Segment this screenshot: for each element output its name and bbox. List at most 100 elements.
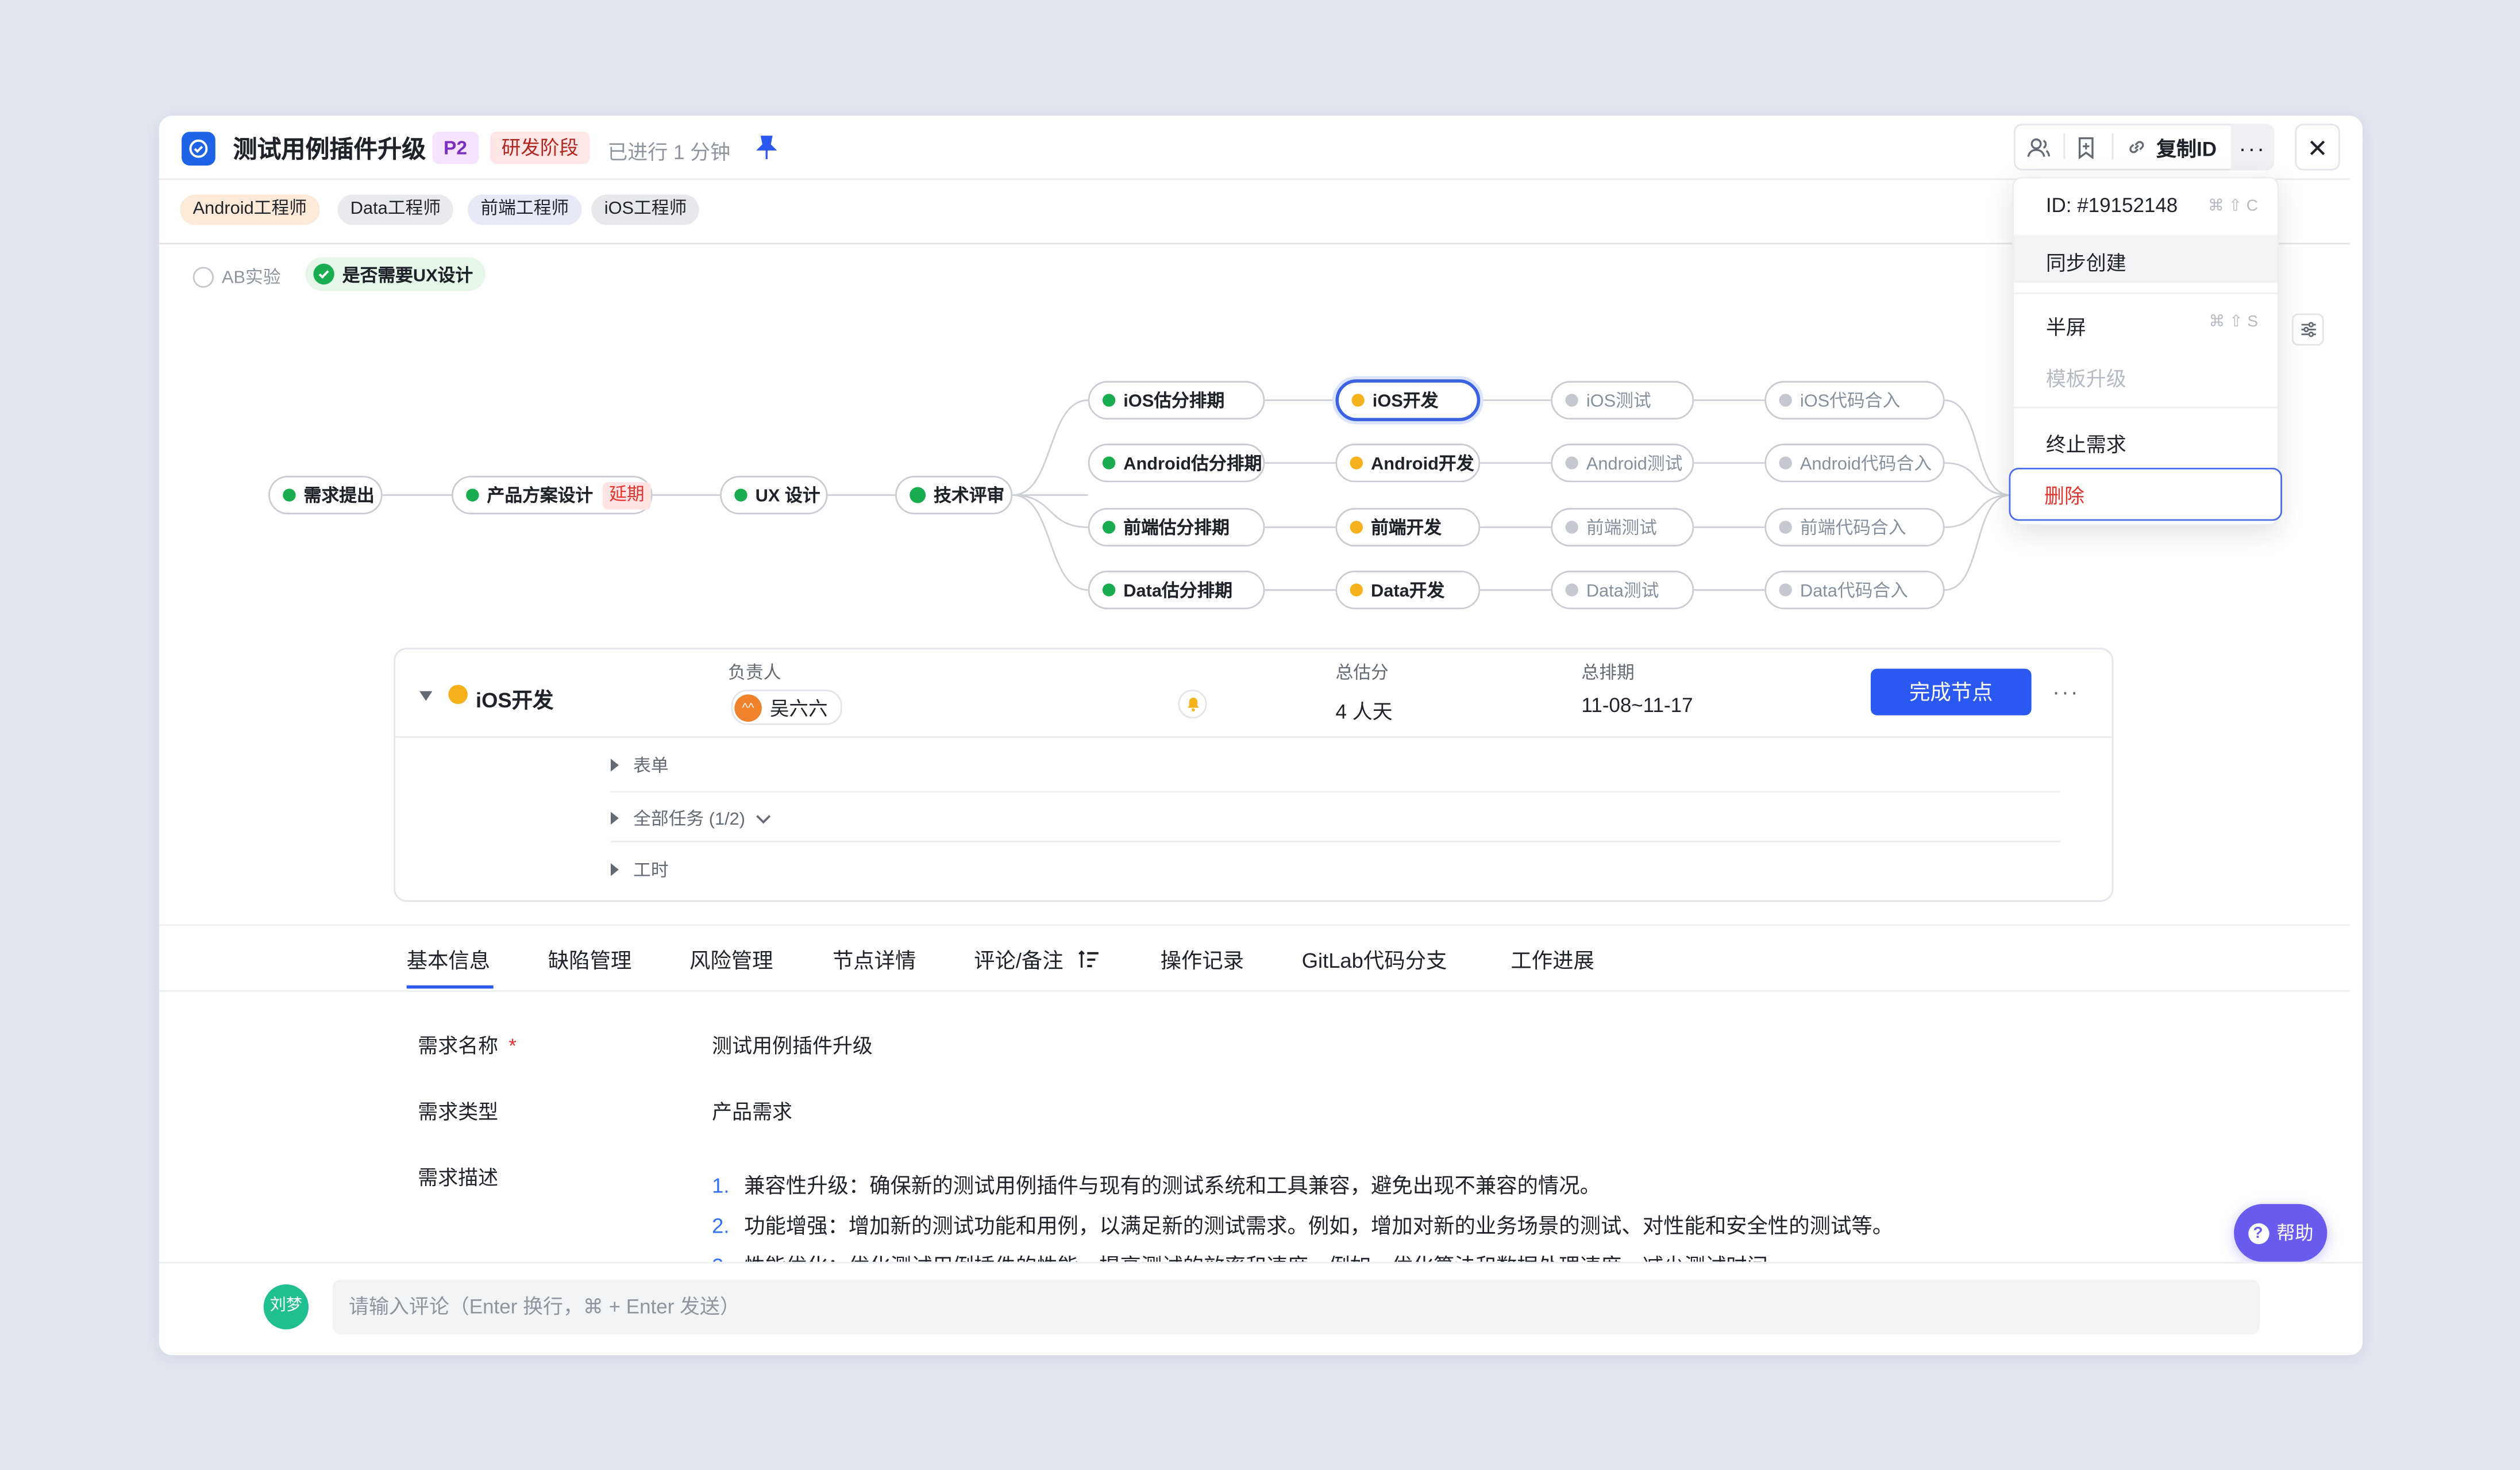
menu-item-terminate[interactable]: 终止需求	[2046, 428, 2126, 458]
tab-gitlab-branch[interactable]: GitLab代码分支	[1302, 944, 1447, 974]
panel-divider	[395, 736, 2112, 738]
flow-node-android-test[interactable]: Android测试	[1551, 444, 1694, 483]
owner-chip[interactable]: ^^ 吴六六	[731, 689, 842, 725]
flow-node-data-estimate[interactable]: Data估分排期	[1088, 571, 1265, 610]
flow-node-requirement[interactable]: 需求提出	[268, 475, 383, 515]
question-icon: ?	[2247, 1222, 2269, 1244]
node-status-progress-icon	[448, 684, 468, 705]
delete-label: 删除	[2044, 485, 2084, 508]
tab-defects[interactable]: 缺陷管理	[548, 944, 631, 974]
section-all-tasks[interactable]: 全部任务 (1/2)	[610, 805, 771, 831]
chevron-down-icon	[756, 814, 770, 823]
tab-operation-log[interactable]: 操作记录	[1161, 944, 1244, 974]
flow-node-android-estimate[interactable]: Android估分排期	[1088, 444, 1265, 483]
flow-node-ux-design[interactable]: UX 设计	[720, 475, 828, 515]
tab-basic-info[interactable]: 基本信息	[407, 944, 490, 974]
status-progress-dot	[1350, 456, 1363, 470]
sort-icon	[1078, 949, 1098, 967]
status-done-dot	[283, 488, 296, 502]
menu-divider	[2013, 293, 2278, 294]
flow-node-ios-test[interactable]: iOS测试	[1551, 380, 1694, 420]
collapse-caret-icon[interactable]	[419, 691, 433, 701]
tabs-bottom-divider	[159, 990, 2350, 992]
flow-node-frontend-estimate[interactable]: 前端估分排期	[1088, 507, 1265, 547]
requirement-name-value[interactable]: 测试用例插件升级	[712, 1029, 873, 1059]
status-progress-dot	[1350, 583, 1363, 597]
user-avatar: 刘梦	[263, 1284, 309, 1330]
flow-node-frontend-merge[interactable]: 前端代码合入	[1764, 507, 1945, 547]
menu-item-id[interactable]: ID: #19152148	[2046, 194, 2178, 217]
flow-node-tech-review[interactable]: 技术评审	[895, 475, 1013, 515]
menu-divider	[2013, 406, 2278, 409]
status-pending-dot	[1565, 394, 1578, 407]
status-pending-dot	[1779, 521, 1792, 534]
node-name: iOS开发	[475, 688, 554, 713]
section-work-hours[interactable]: 工时	[610, 857, 669, 883]
flow-node-ios-merge[interactable]: iOS代码合入	[1764, 380, 1945, 420]
flow-node-android-merge[interactable]: Android代码合入	[1764, 444, 1945, 483]
delay-badge: 延期	[602, 481, 651, 509]
status-done-dot	[1102, 394, 1116, 407]
owner-label: 负责人	[728, 664, 781, 683]
status-progress-dot	[1351, 394, 1365, 407]
tab-risks[interactable]: 风险管理	[689, 944, 773, 974]
tab-node-details[interactable]: 节点详情	[833, 944, 916, 974]
section-divider	[610, 840, 2060, 842]
section-divider	[610, 791, 2060, 793]
status-done-dot	[1102, 583, 1116, 597]
flow-node-android-dev[interactable]: Android开发	[1335, 444, 1481, 483]
tab-active-indicator	[406, 985, 494, 989]
flow-node-product-design[interactable]: 产品方案设计 延期	[452, 475, 653, 515]
flow-node-frontend-test[interactable]: 前端测试	[1551, 507, 1694, 547]
flow-node-ios-dev[interactable]: iOS开发	[1335, 379, 1481, 421]
status-done-dot	[1102, 521, 1116, 534]
requirement-name-label: 需求名称 *	[418, 1035, 517, 1058]
schedule-value: 11-08~11-17	[1581, 694, 1693, 717]
owner-name: 吴六六	[769, 696, 828, 719]
requirement-desc-label: 需求描述	[418, 1167, 499, 1190]
tab-progress[interactable]: 工作进展	[1511, 944, 1594, 974]
status-pending-dot	[1779, 394, 1792, 407]
help-label: 帮助	[2276, 1225, 2314, 1245]
flow-node-ios-estimate[interactable]: iOS估分排期	[1088, 380, 1265, 420]
menu-item-delete[interactable]: 删除	[2009, 467, 2283, 521]
shortcut-hint: ⌘ ⇧ C	[2207, 198, 2259, 216]
desc-item: 2. 功能增强：增加新的测试功能和用例，以满足新的测试需求。例如，增加对新的业务场…	[712, 1213, 1894, 1238]
desc-item: 3.性能优化：优化测试用例插件的性能，提高测试的效率和速度。例如，优化算法和数据…	[712, 1249, 1789, 1262]
estimate-value: 4 人天	[1335, 701, 1393, 724]
tab-comments[interactable]: 评论/备注	[974, 944, 1099, 974]
menu-item-half-screen[interactable]: 半屏	[2046, 310, 2086, 341]
status-done-dot	[466, 488, 479, 502]
estimate-label: 总估分	[1335, 664, 1389, 683]
flow-node-data-dev[interactable]: Data开发	[1335, 571, 1481, 610]
menu-item-template-upgrade: 模板升级	[2045, 368, 2126, 391]
bell-icon[interactable]	[1178, 689, 1207, 719]
status-pending-dot	[1565, 456, 1578, 470]
shortcut-hint: ⌘ ⇧ S	[2209, 313, 2259, 332]
status-progress-dot	[1350, 521, 1363, 534]
flow-node-frontend-dev[interactable]: 前端开发	[1335, 507, 1481, 547]
requirement-desc[interactable]: 1. 兼容性升级：确保新的测试用例插件与现有的测试系统和工具兼容，避免出现不兼容的…	[712, 1161, 2319, 1262]
status-pending-dot	[1779, 583, 1792, 597]
owner-avatar: ^^	[734, 693, 762, 721]
requirement-type-label: 需求类型	[418, 1101, 499, 1124]
expand-triangle-icon	[610, 811, 619, 825]
complete-node-button[interactable]: 完成节点	[1870, 668, 2032, 715]
schedule-label: 总排期	[1581, 664, 1635, 683]
required-mark: *	[508, 1035, 517, 1058]
status-done-dot	[1102, 456, 1116, 470]
desc-item: 1. 兼容性升级：确保新的测试用例插件与现有的测试系统和工具兼容，避免出现不兼容的…	[712, 1173, 1601, 1198]
status-pending-dot	[1565, 583, 1578, 597]
expand-triangle-icon	[610, 863, 619, 876]
menu-item-sync-create[interactable]: 同步创建	[2046, 246, 2126, 276]
status-pending-dot	[1779, 456, 1792, 470]
node-more-icon[interactable]: ···	[2052, 678, 2080, 704]
section-form[interactable]: 表单	[610, 752, 669, 778]
tabs-top-divider	[159, 924, 2350, 926]
requirement-type-value[interactable]: 产品需求	[712, 1095, 792, 1125]
expand-triangle-icon	[610, 759, 619, 772]
flow-node-data-test[interactable]: Data测试	[1551, 571, 1694, 610]
flow-node-data-merge[interactable]: Data代码合入	[1764, 571, 1945, 610]
comment-input[interactable]: 请输入评论（Enter 换行，⌘ + Enter 发送）	[333, 1279, 2260, 1334]
help-button[interactable]: ? 帮助	[2234, 1204, 2328, 1262]
